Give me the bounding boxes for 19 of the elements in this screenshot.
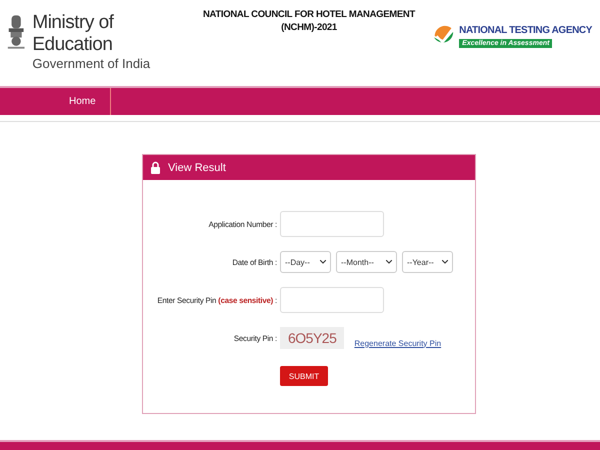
dropdown[interactable]: --Year--: [402, 251, 453, 273]
exam-title: NATIONAL COUNCIL FOR HOTEL MANAGEMENT: [203, 8, 415, 21]
submit-button[interactable]: SUBMIT: [280, 366, 328, 386]
dropdown[interactable]: --Month--: [336, 251, 397, 273]
ministry-name: Ministry of Education: [32, 12, 115, 56]
chevron-icon: [442, 260, 448, 264]
agency-name: NATIONAL TESTING AGENCY: [459, 24, 592, 36]
chevron-icon: [320, 260, 326, 264]
captcha-text: 6O5Y25: [280, 327, 344, 349]
lock-icon: [151, 161, 160, 174]
panel-title: View Result: [168, 162, 226, 174]
nav-link[interactable]: Home: [55, 88, 111, 115]
dropdown[interactable]: --Day--: [280, 251, 331, 273]
input-field[interactable]: [280, 287, 384, 313]
chevron-icon: [386, 260, 392, 264]
input-field[interactable]: [280, 211, 384, 237]
exam-subtitle: (NCHM)-2021: [281, 21, 337, 34]
government-name: Government of India: [32, 56, 152, 71]
regenerate-link[interactable]: Regenerate Security Pin: [354, 338, 442, 348]
